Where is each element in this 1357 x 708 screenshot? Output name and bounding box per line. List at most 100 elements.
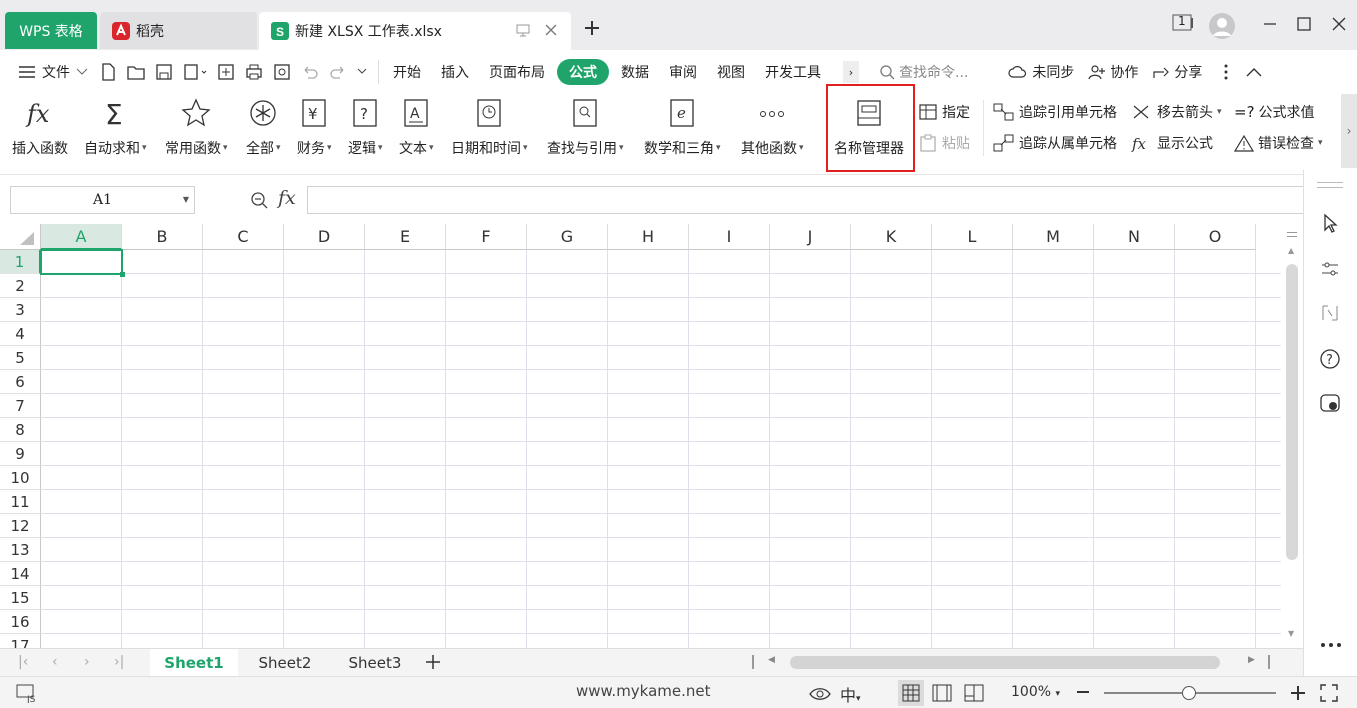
row-header-15[interactable]: 15 — [0, 586, 41, 610]
vertical-scrollbar[interactable]: ▲ ▼ — [1282, 224, 1302, 648]
insert-function-button[interactable]: fx 插入函数 — [12, 96, 68, 158]
tab-daoke[interactable]: 稻壳 — [100, 12, 257, 49]
common-functions-button[interactable]: 常用函数 ▾ — [165, 96, 228, 158]
column-header-j[interactable]: J — [770, 224, 851, 250]
insert-fx-icon[interactable]: fx — [278, 187, 296, 209]
other-functions-button[interactable]: 其他函数 ▾ — [741, 96, 804, 158]
file-menu[interactable]: 文件 — [18, 62, 88, 82]
column-header-e[interactable]: E — [365, 224, 446, 250]
row-header-16[interactable]: 16 — [0, 610, 41, 634]
row-header-13[interactable]: 13 — [0, 538, 41, 562]
row-header-3[interactable]: 3 — [0, 298, 41, 322]
next-sheet-icon[interactable]: › — [84, 654, 90, 670]
eye-protection-icon[interactable] — [808, 683, 832, 703]
datetime-button[interactable]: 日期和时间 ▾ — [451, 96, 528, 158]
column-header-h[interactable]: H — [608, 224, 689, 250]
tab-developer[interactable]: 开发工具 — [757, 59, 829, 85]
tab-wps-spreadsheet[interactable]: WPS 表格 — [5, 12, 97, 49]
macro-record-icon[interactable]: JS — [16, 683, 38, 703]
undo-icon[interactable] — [300, 62, 320, 82]
sync-status[interactable]: 未同步 — [1008, 62, 1074, 82]
sheet-tab-2[interactable]: Sheet2 — [240, 649, 330, 676]
row-header-17[interactable]: 17 — [0, 634, 41, 648]
show-formulas-button[interactable]: fx 显示公式 — [1131, 133, 1213, 153]
row-header-5[interactable]: 5 — [0, 346, 41, 370]
more-chevron-icon[interactable] — [356, 66, 368, 78]
tab-page-layout[interactable]: 页面布局 — [481, 59, 553, 85]
page-view-icon[interactable] — [932, 684, 952, 702]
column-header-d[interactable]: D — [284, 224, 365, 250]
trace-precedents-button[interactable]: 追踪引用单元格 — [993, 102, 1117, 122]
select-all-corner[interactable] — [0, 224, 41, 250]
menu-scroll-right-icon[interactable]: › — [843, 61, 859, 83]
paste-names-button[interactable]: 粘贴 — [918, 133, 970, 153]
collab-button[interactable]: 协作 — [1088, 62, 1138, 82]
text-functions-button[interactable]: A 文本 ▾ — [399, 96, 434, 158]
row-header-1[interactable]: 1 — [0, 250, 41, 274]
sheet-tab-1[interactable]: Sheet1 — [150, 649, 238, 676]
close-window-icon[interactable] — [1331, 16, 1347, 32]
row-header-11[interactable]: 11 — [0, 490, 41, 514]
zoom-search-icon[interactable] — [249, 190, 269, 210]
tab-formula[interactable]: 公式 — [557, 59, 609, 85]
row-header-10[interactable]: 10 — [0, 466, 41, 490]
column-header-o[interactable]: O — [1175, 224, 1256, 250]
formula-input[interactable] — [307, 186, 1304, 214]
close-tab-icon[interactable] — [543, 22, 559, 38]
zoom-level[interactable]: 100% ▾ — [1011, 684, 1060, 700]
command-search[interactable]: 查找命令... — [879, 62, 968, 82]
print-icon[interactable] — [244, 62, 264, 82]
ribbon-scroll-right[interactable]: › — [1341, 94, 1357, 168]
column-header-f[interactable]: F — [446, 224, 527, 250]
column-header-m[interactable]: M — [1013, 224, 1094, 250]
name-box[interactable]: A1 ▼ — [10, 186, 195, 214]
finance-button[interactable]: ¥ 财务 ▾ — [297, 96, 332, 158]
collapse-ribbon-icon[interactable] — [1246, 67, 1262, 77]
column-header-k[interactable]: K — [851, 224, 932, 250]
cursor-select-icon[interactable] — [1319, 212, 1341, 234]
more-panel-icon[interactable] — [1320, 642, 1342, 648]
float-window-icon[interactable] — [515, 22, 531, 38]
horizontal-scrollbar[interactable]: ◀ ▶ — [752, 649, 1274, 676]
logic-button[interactable]: ? 逻辑 ▾ — [348, 96, 383, 158]
row-header-14[interactable]: 14 — [0, 562, 41, 586]
open-folder-icon[interactable] — [126, 62, 146, 82]
transform-icon[interactable] — [1319, 302, 1341, 324]
spreadsheet-grid[interactable]: ABCDEFGHIJKLMNO 1 2 3 4 5 6 7 8 9 10 11 12 13 14 15 16 1… — [0, 224, 1282, 648]
zoom-out-icon[interactable] — [1076, 690, 1090, 694]
column-header-a[interactable]: A — [41, 224, 122, 250]
column-header-c[interactable]: C — [203, 224, 284, 250]
vertical-scroll-thumb[interactable] — [1286, 264, 1298, 560]
tab-review[interactable]: 审阅 — [661, 59, 705, 85]
column-header-b[interactable]: B — [122, 224, 203, 250]
input-method-icon[interactable]: 中▾ — [840, 682, 861, 706]
export-icon[interactable] — [182, 62, 208, 82]
error-check-button[interactable]: 错误检查 ▾ — [1234, 133, 1323, 153]
assistant-icon[interactable] — [1319, 392, 1341, 414]
selected-cell-a1[interactable] — [40, 249, 123, 275]
normal-view-icon[interactable] — [898, 680, 924, 706]
row-header-12[interactable]: 12 — [0, 514, 41, 538]
sliders-icon[interactable] — [1319, 258, 1341, 280]
share-button[interactable]: 分享 — [1152, 62, 1202, 82]
save-icon[interactable] — [154, 62, 174, 82]
specify-button[interactable]: 指定 — [918, 102, 970, 122]
zoom-in-icon[interactable] — [1290, 685, 1306, 701]
new-file-icon[interactable] — [98, 62, 118, 82]
remove-arrows-button[interactable]: 移去箭头 ▾ — [1131, 102, 1222, 122]
autosum-button[interactable]: Σ 自动求和 ▾ — [84, 96, 147, 158]
row-header-8[interactable]: 8 — [0, 418, 41, 442]
maximize-icon[interactable] — [1296, 16, 1312, 32]
fullscreen-icon[interactable] — [1320, 684, 1338, 702]
user-avatar[interactable] — [1208, 12, 1236, 40]
zoom-slider-handle[interactable] — [1182, 686, 1196, 700]
new-tab-icon[interactable] — [582, 18, 602, 38]
more-options-icon[interactable] — [1224, 64, 1228, 80]
help-icon[interactable]: ? — [1319, 348, 1341, 370]
tab-start[interactable]: 开始 — [385, 59, 429, 85]
column-header-i[interactable]: I — [689, 224, 770, 250]
column-header-l[interactable]: L — [932, 224, 1013, 250]
evaluate-formula-button[interactable]: =? 公式求值 — [1234, 102, 1315, 122]
zoom-slider[interactable] — [1104, 686, 1276, 700]
column-header-g[interactable]: G — [527, 224, 608, 250]
